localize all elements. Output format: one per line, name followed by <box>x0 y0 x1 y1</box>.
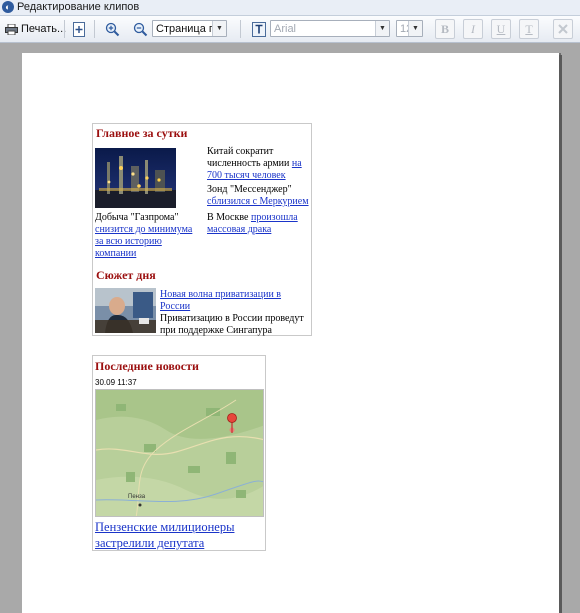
meeting-photo <box>95 288 156 333</box>
news-timestamp: 30.09 11:37 <box>95 378 137 387</box>
section-heading: Последние новости <box>95 359 199 373</box>
news-map[interactable]: Пенза <box>95 389 264 517</box>
news-item-messenger: Зонд "Мессенджер" сблизился с Меркурием <box>207 184 309 208</box>
news-link[interactable]: снизится до минимума за всю историю комп… <box>95 224 192 259</box>
bold-button[interactable]: B <box>435 19 455 39</box>
news-link[interactable]: сблизился с Меркурием <box>207 196 309 207</box>
story-heading: Сюжет дня <box>96 268 156 282</box>
clip-latest-news[interactable]: Последние новости 30.09 11:37 Пенза Пенз… <box>92 355 266 551</box>
headline-link[interactable]: Пензенские милиционеры застрелили депута… <box>95 520 234 550</box>
chevron-down-icon: ▼ <box>375 21 389 36</box>
story-link[interactable]: Новая волна приватизации в России <box>160 289 281 312</box>
toolbar-separator <box>94 20 95 38</box>
news-text: В Москве <box>207 212 251 223</box>
section-heading: Главное за сутки <box>96 126 188 140</box>
news-item-gazprom: Добыча "Газпрома" снизится до минимума з… <box>95 212 195 260</box>
news-item-china: Китай сократит численность армии на 700 … <box>207 146 309 182</box>
news-text: Добыча "Газпрома" <box>95 212 179 223</box>
window-title: Редактирование клипов <box>17 1 140 13</box>
news-text: Зонд "Мессенджер" <box>207 184 292 195</box>
title-bar: ◐ Редактирование клипов <box>0 0 580 16</box>
print-button[interactable]: Печать... <box>4 19 66 39</box>
font-family-value: Arial <box>274 22 297 35</box>
story-item: Новая волна приватизации в России Приват… <box>160 289 312 337</box>
zoom-out-button[interactable] <box>130 19 150 39</box>
underline-button[interactable]: U <box>491 19 511 39</box>
zoom-in-button[interactable] <box>102 19 122 39</box>
font-size-select[interactable]: 12 ▼ <box>396 20 423 37</box>
refinery-photo <box>95 148 176 208</box>
clip-main-news[interactable]: Главное за сутки Добыча "Газпрома" снизи… <box>92 123 312 336</box>
toolbar: Печать... Страница полно ▼ Arial ▼ 12 ▼ … <box>0 16 580 43</box>
printer-icon <box>5 23 18 35</box>
text-tool-icon <box>252 21 266 37</box>
text-color-button[interactable]: T <box>519 19 539 39</box>
news-text: Китай сократит численность армии <box>207 146 292 169</box>
clip-page: Главное за сутки Добыча "Газпрома" снизи… <box>22 53 559 613</box>
chevron-down-icon: ▼ <box>212 21 226 36</box>
app-icon: ◐ <box>2 1 14 13</box>
zoom-out-icon <box>133 22 147 36</box>
zoom-in-icon <box>105 22 119 36</box>
news-item-moscow: В Москве произошла массовая драка <box>207 212 309 236</box>
map-city-label: Пенза <box>128 494 146 500</box>
add-page-icon <box>73 21 85 37</box>
add-clip-button[interactable] <box>70 19 88 39</box>
story-text: Приватизацию в России проведут при подде… <box>160 313 304 336</box>
close-icon <box>558 24 568 34</box>
print-label: Печать... <box>21 23 67 35</box>
font-family-select[interactable]: Arial ▼ <box>270 20 390 37</box>
text-format-button[interactable] <box>250 19 268 39</box>
page-mode-select[interactable]: Страница полно ▼ <box>152 20 227 37</box>
italic-button[interactable]: I <box>463 19 483 39</box>
delete-button[interactable] <box>553 19 573 39</box>
page-shadow <box>559 55 562 613</box>
toolbar-separator <box>64 20 65 38</box>
toolbar-separator <box>240 20 241 38</box>
chevron-down-icon: ▼ <box>408 21 422 36</box>
news-headline: Пензенские милиционеры застрелили депута… <box>95 519 263 551</box>
